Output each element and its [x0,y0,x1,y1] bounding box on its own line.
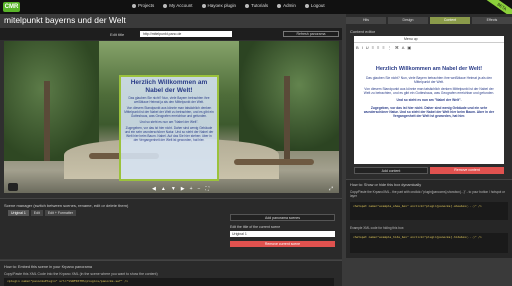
content-editor-heading: Content editor [350,29,376,34]
tab-hits[interactable]: Hits [346,17,386,24]
embed-panel: How to: Embed this scene in your Krpano … [0,260,342,286]
pan-right-icon[interactable]: ▶ [181,186,185,192]
editor-menu[interactable]: Menu up [354,36,504,43]
nav-item-plugin[interactable]: Hayoex plugin [201,3,236,8]
editor-paragraph: Und so steht es nun am "Nabel der Welt". [396,98,462,103]
editor-paragraph: Zugegeben, vor das ist hier nicht. Daher… [363,105,495,118]
show-box-code[interactable]: <hotspot name="example_show_box" onclick… [350,202,508,220]
shield-icon [277,3,282,8]
howto-description: Copy/Paste the KrpanoXML - the part with… [350,190,505,198]
editor-paragraph: Das glauben Sie nicht? Nun, viele Bayern… [365,75,493,84]
scene-manager-panel: Scene manager (switch between scenes, re… [0,198,342,259]
logout-icon [304,3,309,8]
edit-title-button[interactable]: Edit title [110,32,124,37]
scene-tabs: Uriginal 1 Edit Edit + Formatter [8,210,77,216]
scene-tab[interactable]: Uriginal 1 [8,210,29,216]
nav-item-account[interactable]: My Account [163,3,193,8]
remove-content-button[interactable]: Remove content [430,167,504,174]
scene-title-input[interactable]: Uriginal 1 [230,231,335,237]
align-right-icon[interactable]: ≡ [382,45,384,50]
nav-item-projects[interactable]: Projects [132,3,154,8]
refresh-panorama-button[interactable]: Refresh panorama [283,31,339,37]
tree-trunk [44,81,50,161]
expand-icon[interactable]: ⤢ [329,186,333,192]
rich-text-editor[interactable]: Menu up B I U ≡ ≡ ≡ ⋮ ⌘ A ▣ Herzlich Wil… [354,36,504,164]
embed-description: Copy/Paste this XML Code into the Krpano… [4,272,158,276]
panorama-toolbar: Edit title http://mitelpunkt.pano.de Ref… [0,28,342,40]
panorama-url-field[interactable]: http://mitelpunkt.pano.de [140,31,232,37]
tree-trunk [284,76,290,161]
book-icon [245,3,250,8]
remove-scene-button[interactable]: Remove current scene [230,241,335,247]
viewer-logo [8,183,18,191]
underline-icon[interactable]: U [366,45,369,50]
editor-title: Herzlich Willkommen am Nabel der Welt! [375,66,483,72]
scene-manager-heading: Scene manager (switch between scenes, re… [4,203,129,208]
italic-icon[interactable]: I [362,45,363,50]
nav-item-admin[interactable]: Admin [277,3,296,8]
editor-content[interactable]: Herzlich Willkommen am Nabel der Welt! D… [362,66,496,118]
embed-code-block[interactable]: <plugin name="panocmsPlugin" url="%SWFPA… [4,278,334,286]
editor-left-column: Edit title http://mitelpunkt.pano.de Ref… [0,28,342,286]
tab-content[interactable]: Content [430,17,470,24]
app-logo[interactable]: CMR [3,2,20,12]
plugin-icon [201,3,206,8]
page-title: mitelpunkt bayerns und der Welt [4,15,126,25]
tab-effects[interactable]: Effects [472,17,512,24]
align-center-icon[interactable]: ≡ [377,45,379,50]
user-icon [163,3,168,8]
editor-toolbar: B I U ≡ ≡ ≡ ⋮ ⌘ A ▣ [356,45,411,50]
add-panorama-button[interactable]: Add panorama scenes [230,214,335,221]
panorama-viewer[interactable]: Herzlich Willkommen am Nabel der Welt! D… [4,41,339,193]
howto-description-hide: Example XML code for hiding this box: [350,226,405,230]
log-bench [234,159,314,165]
editor-paragraph: Von diesem Standpunkt aus könnte man tat… [363,86,495,96]
fullscreen-icon[interactable]: ⛶ [205,186,209,192]
main-nav: Projects My Account Hayoex plugin Tutori… [132,3,325,8]
editor-right-column: Hits Design Content Effects Content edit… [346,14,512,258]
zoom-in-icon[interactable]: + [190,186,193,192]
welcome-paragraph: Von diesem Standpunkt aus könnte man tat… [124,106,214,118]
welcome-paragraph: Und so steht es nun am "Nabel der Welt". [139,120,199,124]
text-color-icon[interactable]: A [402,45,405,50]
howto-heading: How to: Show or hide this box dynamicall… [350,183,422,187]
align-left-icon[interactable]: ≡ [372,45,374,50]
add-content-button[interactable]: Add content [354,167,428,174]
pan-down-icon[interactable]: ▼ [171,186,176,192]
welcome-paragraph: Zugegeben, vor das ist hier nicht. Daher… [124,126,214,142]
howto-panel: How to: Show or hide this box dynamicall… [346,179,512,258]
link-icon[interactable]: ⌘ [395,45,399,50]
scene-tab[interactable]: Edit [30,210,43,216]
image-icon[interactable]: ▣ [407,45,411,50]
tree-left [4,41,99,161]
right-tabs: Hits Design Content Effects [346,17,512,24]
folder-icon [132,3,136,8]
nav-item-tutorials[interactable]: Tutorials [245,3,268,8]
nav-item-logout[interactable]: Logout [304,3,325,8]
welcome-title: Herzlich Willkommen am Nabel der Welt! [130,79,208,94]
pan-up-icon[interactable]: ▲ [161,186,166,192]
scene-title-label: Edit the title of the current scene [230,225,281,229]
welcome-infobox[interactable]: Herzlich Willkommen am Nabel der Welt! D… [119,75,219,181]
hide-box-code[interactable]: <hotspot name="example_hide_box" onclick… [350,233,508,253]
bold-icon[interactable]: B [356,45,359,50]
scene-tab[interactable]: Edit + Formatter [44,210,77,216]
welcome-paragraph: Das glauben Sie nicht? Nun, viele Bayern… [128,96,210,104]
pan-left-icon[interactable]: ◀ [152,186,156,192]
top-navigation-bar: CMR Projects My Account Hayoex plugin Tu… [0,0,512,21]
viewer-controls: ◀ ▲ ▼ ▶ + − ⛶ [152,186,209,192]
zoom-out-icon[interactable]: − [198,186,201,192]
list-icon[interactable]: ⋮ [388,45,392,50]
embed-heading: How to: Embed this scene in your Krpano … [4,265,93,269]
tab-design[interactable]: Design [388,17,428,24]
